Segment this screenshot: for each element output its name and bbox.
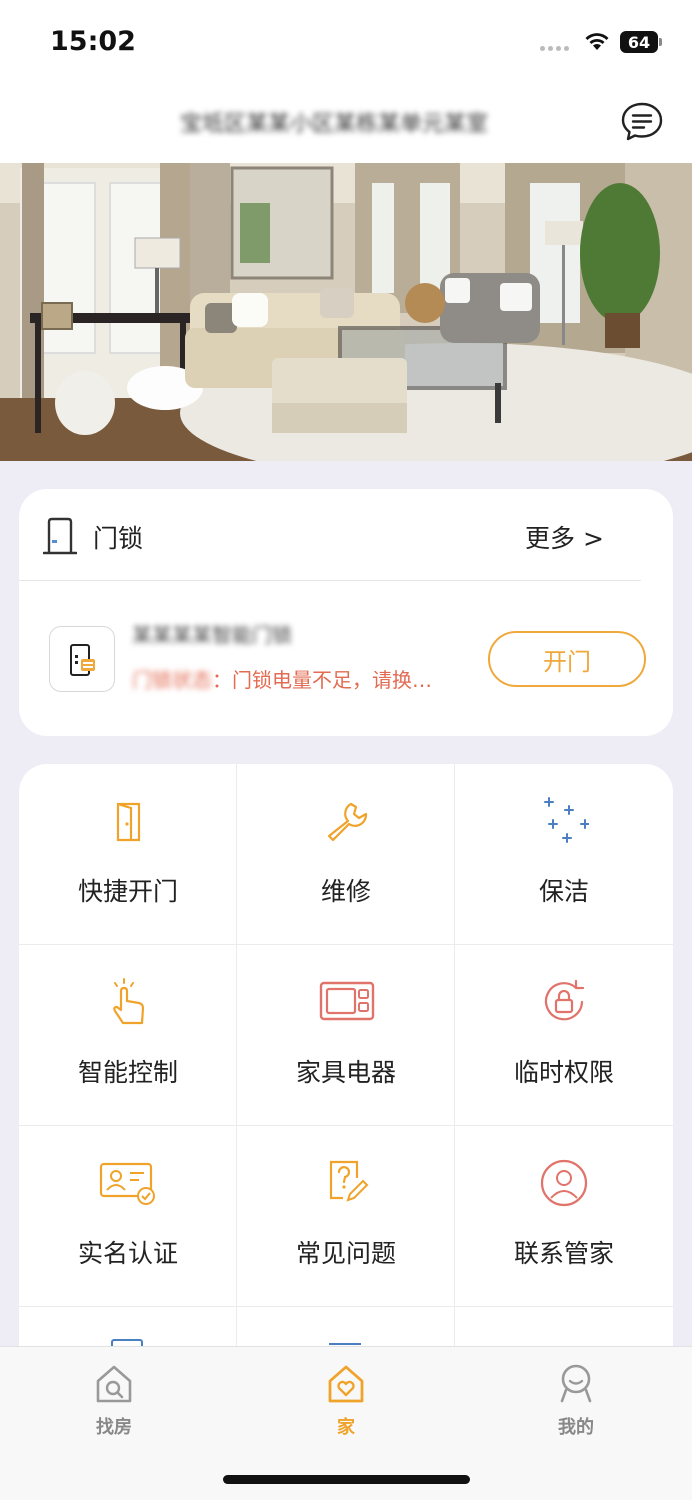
grid-item-label: 实名认证 bbox=[77, 1239, 178, 1268]
lock-status-prefix: 门锁状态 bbox=[132, 668, 212, 692]
grid-item-label: 保洁 bbox=[538, 877, 589, 906]
open-door-button[interactable]: 开门 bbox=[488, 631, 646, 687]
grid-item-repair[interactable]: 维修 bbox=[237, 764, 455, 945]
service-grid: 快捷开门 维修 保洁 智能控制 家具电器 临时权限 实名认证 常见问题 联系管家 bbox=[19, 764, 673, 1384]
status-time: 15:02 bbox=[50, 26, 136, 57]
wrench-icon bbox=[327, 802, 368, 842]
grid-item-temp-permission[interactable]: 临时权限 bbox=[455, 945, 673, 1126]
header: 宝坻区某某小区某栋某单元某室 bbox=[0, 84, 692, 164]
tab-label: 找房 bbox=[96, 1417, 132, 1438]
smart-lock-icon bbox=[70, 644, 95, 676]
door-lock-card: 门锁 更多 > 某某某某智能门锁 门锁状态：门锁电量不足，请换… 开门 bbox=[19, 489, 673, 736]
tab-label: 我的 bbox=[558, 1417, 594, 1438]
tab-profile[interactable]: 我的 bbox=[516, 1361, 636, 1441]
grid-item-label: 快捷开门 bbox=[77, 877, 178, 906]
door-open-icon bbox=[116, 802, 141, 842]
message-icon[interactable] bbox=[620, 100, 664, 144]
tab-label: 家 bbox=[337, 1417, 355, 1438]
profile-icon bbox=[560, 1364, 592, 1403]
grid-item-label: 维修 bbox=[320, 877, 371, 906]
lock-device-name: 某某某某智能门锁 bbox=[132, 623, 292, 647]
grid-item-id-verify[interactable]: 实名认证 bbox=[19, 1126, 237, 1307]
grid-item-label: 联系管家 bbox=[513, 1239, 614, 1268]
tap-hand-icon bbox=[113, 978, 145, 1025]
tab-home[interactable]: 家 bbox=[286, 1361, 406, 1441]
grid-item-quick-open[interactable]: 快捷开门 bbox=[19, 764, 237, 945]
sparkle-icon bbox=[544, 797, 589, 843]
home-indicator bbox=[223, 1475, 470, 1484]
grid-item-contact-butler[interactable]: 联系管家 bbox=[455, 1126, 673, 1307]
lock-status-warning: ：门锁电量不足，请换… bbox=[212, 668, 432, 692]
grid-item-label: 家具电器 bbox=[295, 1058, 396, 1087]
lock-status: 门锁状态：门锁电量不足，请换… bbox=[132, 664, 432, 693]
grid-item-cleaning[interactable]: 保洁 bbox=[455, 764, 673, 945]
divider bbox=[19, 580, 641, 581]
battery-level: 64 bbox=[620, 31, 658, 53]
butler-icon bbox=[540, 1159, 588, 1207]
door-lock-header: 门锁 更多 > bbox=[19, 489, 673, 581]
grid-item-appliances[interactable]: 家具电器 bbox=[237, 945, 455, 1126]
home-heart-icon bbox=[328, 1365, 364, 1403]
page-title: 宝坻区某某小区某栋某单元某室 bbox=[180, 112, 489, 137]
grid-item-label: 智能控制 bbox=[77, 1058, 178, 1087]
grid-item-label: 临时权限 bbox=[513, 1058, 614, 1087]
tab-find-house[interactable]: 找房 bbox=[54, 1361, 174, 1441]
door-lock-title: 门锁 bbox=[93, 524, 144, 553]
cellular-signal-icon bbox=[540, 46, 569, 51]
grid-item-faq[interactable]: 常见问题 bbox=[237, 1126, 455, 1307]
grid-item-label: 常见问题 bbox=[295, 1239, 396, 1268]
battery-icon: 64 bbox=[620, 31, 662, 53]
more-link[interactable]: 更多 > bbox=[525, 519, 604, 555]
lock-device-icon bbox=[49, 626, 115, 692]
lock-rotate-icon bbox=[544, 979, 585, 1021]
house-search-icon bbox=[96, 1365, 132, 1403]
microwave-icon bbox=[319, 981, 375, 1021]
door-icon bbox=[43, 517, 77, 555]
status-bar: 15:02 64 bbox=[0, 0, 692, 84]
wifi-icon bbox=[585, 33, 609, 50]
living-room-illustration bbox=[0, 163, 692, 461]
question-doc-icon bbox=[329, 1160, 369, 1202]
living-room-banner-image[interactable] bbox=[0, 163, 692, 461]
grid-item-smart-control[interactable]: 智能控制 bbox=[19, 945, 237, 1126]
id-card-icon bbox=[99, 1162, 155, 1205]
